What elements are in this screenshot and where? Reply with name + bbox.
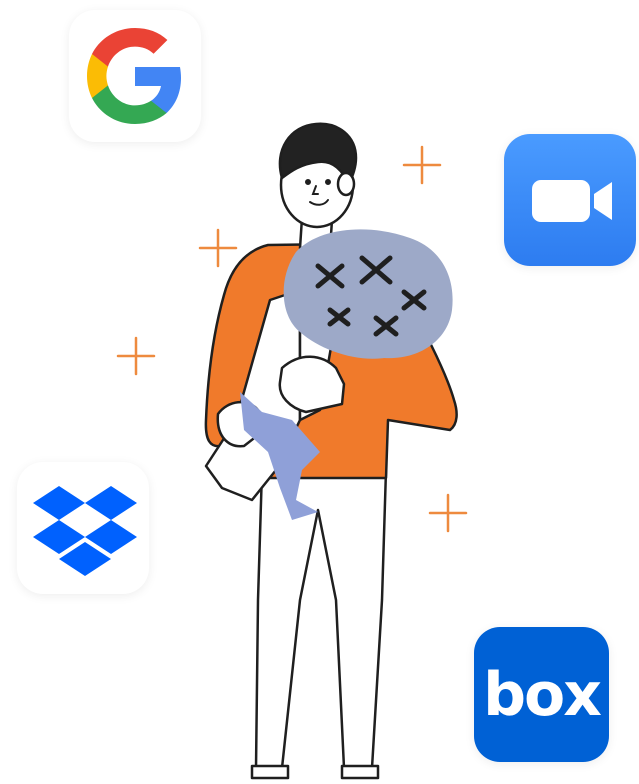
pants	[254, 468, 388, 770]
video-camera-icon	[504, 134, 636, 266]
box-logo-wordmark: box	[483, 660, 602, 730]
sparkle-icon	[198, 228, 238, 268]
google-g-icon	[87, 28, 181, 124]
dropbox-icon	[33, 486, 137, 576]
sparkle-icon	[428, 493, 468, 533]
box-app-tile[interactable]: box	[474, 627, 609, 762]
dropbox-app-tile[interactable]	[17, 462, 149, 594]
left-shoe	[250, 764, 290, 780]
right-hand	[278, 355, 346, 414]
right-shoe	[340, 764, 380, 780]
sparkle-icon	[116, 336, 156, 376]
zoom-app-tile[interactable]	[504, 134, 636, 266]
sparkle-icon	[402, 145, 442, 185]
google-app-tile[interactable]	[69, 10, 201, 142]
